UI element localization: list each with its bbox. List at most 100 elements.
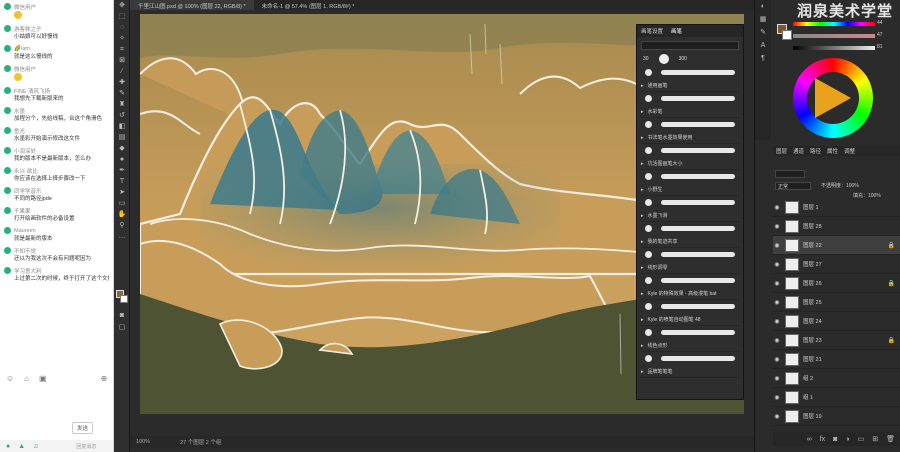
more-tools-icon[interactable]: … <box>114 231 130 242</box>
eye-icon[interactable]: ◉ <box>773 413 781 420</box>
brush-item[interactable]: ▸ 通用画笔 <box>641 80 739 92</box>
brush-panel-icon[interactable]: ✎ <box>755 26 771 39</box>
eye-icon[interactable]: ◉ <box>773 394 781 401</box>
like-icon[interactable]: ▲ <box>18 443 25 450</box>
eyedropper-icon[interactable]: ⁄ <box>114 66 130 77</box>
brush-item[interactable]: ▸ 线色点形 <box>641 340 739 352</box>
brush-size-small[interactable]: 30 <box>643 56 649 62</box>
delete-layer-icon[interactable]: 🗑 <box>886 435 895 443</box>
tab-layers-1[interactable]: 通道 <box>793 147 804 155</box>
magic-wand-icon[interactable]: ✧ <box>114 33 130 44</box>
layer-row[interactable]: ◉ 图层 24 <box>773 312 900 331</box>
healing-brush-icon[interactable]: ✚ <box>114 77 130 88</box>
brush-stroke-preview[interactable] <box>641 118 739 132</box>
background-color-swatch[interactable] <box>120 295 128 303</box>
link-layers-icon[interactable]: ∞ <box>807 436 812 443</box>
character-panel-icon[interactable]: A <box>755 39 771 52</box>
share-icon[interactable]: ♫ <box>33 443 38 450</box>
type-tool-icon[interactable]: T <box>114 176 130 187</box>
brush-stroke-preview[interactable] <box>641 92 739 106</box>
gradient-tool-icon[interactable]: ▤ <box>114 132 130 143</box>
avatar[interactable] <box>4 87 11 94</box>
brightness-slider[interactable] <box>793 46 875 50</box>
zoom-level[interactable]: 100% <box>136 439 150 445</box>
avatar[interactable] <box>4 227 11 234</box>
avatar[interactable] <box>4 25 11 32</box>
eye-icon[interactable]: ◉ <box>773 299 781 306</box>
eraser-tool-icon[interactable]: ◧ <box>114 121 130 132</box>
layer-row[interactable]: ◉ 图层 27 <box>773 255 900 274</box>
shape-tool-icon[interactable]: ▭ <box>114 198 130 209</box>
brush-item[interactable]: ▸ 书法笔水墨效果使用 <box>641 132 739 144</box>
image-icon[interactable]: ▣ <box>39 374 47 383</box>
more-icon[interactable]: ⊕ <box>101 374 108 383</box>
eye-icon[interactable]: ◉ <box>773 261 781 268</box>
brush-item[interactable]: ▸ Kyle 的特殊效果 - 高级漫笔 bat <box>641 288 739 300</box>
layer-row[interactable]: ◉ 图层 23 🔒 <box>773 331 900 350</box>
color-triangle[interactable] <box>815 78 851 118</box>
layer-style-icon[interactable]: fx <box>820 436 825 443</box>
paragraph-panel-icon[interactable]: ¶ <box>755 52 771 65</box>
tab-layers-2[interactable]: 路径 <box>810 147 821 155</box>
layer-row[interactable]: ◉ 组 1 <box>773 388 900 407</box>
tab-brush-settings[interactable]: 画笔设置 <box>641 27 663 35</box>
layer-row[interactable]: ◉ 图层 1 <box>773 198 900 217</box>
eye-icon[interactable]: ◉ <box>773 223 781 230</box>
eye-icon[interactable]: ◉ <box>773 204 781 211</box>
avatar[interactable] <box>4 147 11 154</box>
swatches-panel-icon[interactable]: ▦ <box>755 13 771 26</box>
brush-item[interactable]: ▸ 水彩笔 <box>641 106 739 118</box>
brush-stroke-preview[interactable] <box>641 248 739 262</box>
brush-search-input[interactable] <box>641 41 739 50</box>
marquee-tool-icon[interactable]: ⬚ <box>114 11 130 22</box>
brush-stroke-preview[interactable] <box>641 300 739 314</box>
saturation-slider[interactable] <box>793 34 875 38</box>
avatar[interactable] <box>4 127 11 134</box>
zoom-tool-icon[interactable]: ⚲ <box>114 220 130 231</box>
avatar[interactable] <box>4 207 11 214</box>
avatar[interactable] <box>4 187 11 194</box>
avatar[interactable] <box>4 167 11 174</box>
adjustment-layer-icon[interactable]: ◑ <box>845 436 849 443</box>
layer-row[interactable]: ◉ 图层 25 <box>773 293 900 312</box>
tab-layers-0[interactable]: 图层 <box>776 147 787 155</box>
brush-stroke-preview[interactable] <box>641 144 739 158</box>
add-mask-icon[interactable]: ◙ <box>833 436 837 443</box>
hue-slider[interactable] <box>793 22 875 26</box>
avatar[interactable] <box>4 267 11 274</box>
eye-icon[interactable]: ◉ <box>773 242 781 249</box>
avatar[interactable] <box>4 107 11 114</box>
screen-mode-icon[interactable]: ▢ <box>114 322 130 333</box>
send-button[interactable]: 发送 <box>72 422 94 434</box>
bg-swatch[interactable] <box>782 30 792 40</box>
path-select-icon[interactable]: ➤ <box>114 187 130 198</box>
frame-tool-icon[interactable]: ⊠ <box>114 55 130 66</box>
layer-row[interactable]: ◉ 图层 28 <box>773 217 900 236</box>
brush-item[interactable]: ▸ 品牌笔笔笔 <box>641 366 739 378</box>
brush-item[interactable]: ▸ 坑活图画笔大小 <box>641 158 739 170</box>
tab-layers-3[interactable]: 属性 <box>827 147 838 155</box>
eye-icon[interactable]: ◉ <box>773 337 781 344</box>
lasso-tool-icon[interactable]: ◌ <box>114 22 130 33</box>
tab-layers-4[interactable]: 调整 <box>844 147 855 155</box>
move-tool-icon[interactable]: ✥ <box>114 0 130 11</box>
color-wheel[interactable] <box>793 58 873 138</box>
eye-icon[interactable]: ◉ <box>773 375 781 382</box>
brush-item[interactable]: ▸ 水墨飞滑 <box>641 210 739 222</box>
layer-filter-kind[interactable] <box>775 170 805 178</box>
avatar[interactable] <box>4 65 11 72</box>
quick-mask-icon[interactable]: ◙ <box>114 310 130 321</box>
opacity-field[interactable]: 不透明度：100% <box>821 182 859 189</box>
emoji-icon[interactable]: ☺ <box>6 374 14 383</box>
eye-icon[interactable]: ◉ <box>773 318 781 325</box>
history-brush-icon[interactable]: ↺ <box>114 110 130 121</box>
brush-tool-icon[interactable]: ✎ <box>114 88 130 99</box>
tab-document-2[interactable]: 未命名-1 @ 57.4% (图层 1, RGB/8#) * <box>254 0 363 10</box>
layer-row[interactable]: ◉ 图层 22 🔒 <box>773 236 900 255</box>
brush-size-large[interactable]: 300 <box>679 56 687 62</box>
brush-stroke-preview[interactable] <box>641 196 739 210</box>
mic-icon[interactable]: ● <box>6 443 10 450</box>
avatar[interactable] <box>4 45 11 52</box>
brush-stroke-preview[interactable] <box>641 326 739 340</box>
blend-mode-select[interactable]: 正常 <box>775 182 811 190</box>
